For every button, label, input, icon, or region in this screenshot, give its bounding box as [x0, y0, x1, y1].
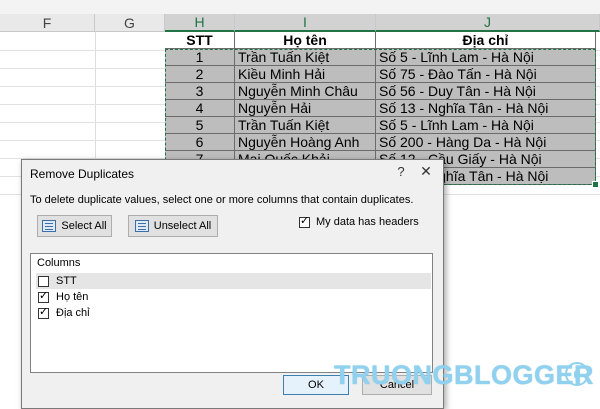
unselect-all-label: Unselect All	[153, 220, 212, 232]
checkbox-checked-icon[interactable]	[38, 306, 49, 319]
column-header-i[interactable]: I	[235, 14, 376, 32]
column-header-j[interactable]: J	[376, 14, 600, 32]
table-cell[interactable]: Kiều Minh Hải	[235, 66, 376, 83]
formula-strip	[0, 0, 600, 14]
my-data-has-headers-option[interactable]: My data has headers	[299, 215, 419, 228]
column-item-ho-ten[interactable]: Họ tên	[36, 289, 431, 305]
fill-handle[interactable]	[592, 181, 599, 188]
table-cell[interactable]: 4	[165, 100, 235, 117]
columns-label: Columns	[37, 257, 81, 269]
unselect-all-button[interactable]: Unselect All	[128, 215, 218, 237]
ok-label: OK	[308, 379, 324, 391]
table-cell[interactable]: 6	[165, 134, 235, 151]
header-cell-ho-ten[interactable]: Họ tên	[235, 32, 376, 49]
help-icon[interactable]: ?	[393, 164, 409, 179]
dialog-title: Remove Duplicates	[30, 167, 135, 181]
checkbox-checked-icon[interactable]	[38, 290, 49, 303]
column-item-dia-chi[interactable]: Địa chỉ	[36, 305, 431, 321]
column-header-g[interactable]: G	[95, 14, 165, 32]
table-cell[interactable]: Số 13 - Nghĩa Tân - Hà Nội	[376, 100, 596, 117]
header-cell-stt[interactable]: STT	[165, 32, 235, 49]
table-cell[interactable]: Nguyễn Hoàng Anh	[235, 134, 376, 151]
column-item-label: STT	[56, 275, 77, 287]
select-all-label: Select All	[61, 220, 107, 232]
select-all-icon	[42, 220, 57, 232]
column-letter: H	[194, 14, 205, 30]
table-cell[interactable]: Trần Tuấn Kiệt	[235, 117, 376, 134]
table-cell[interactable]: Nguyễn Minh Châu	[235, 83, 376, 100]
table-cell[interactable]: 3	[165, 83, 235, 100]
header-cell-dia-chi[interactable]: Địa chỉ	[376, 32, 596, 49]
my-data-has-headers-label: My data has headers	[316, 216, 419, 228]
table-cell[interactable]: 2	[165, 66, 235, 83]
column-letter: J	[484, 14, 491, 30]
select-all-button[interactable]: Select All	[37, 215, 112, 237]
unselect-all-icon	[134, 220, 149, 232]
checkbox-unchecked-icon[interactable]	[38, 275, 49, 287]
dialog-description: To delete duplicate values, select one o…	[30, 194, 414, 206]
lightbulb-icon	[565, 362, 589, 386]
column-letter: G	[124, 14, 135, 31]
close-icon[interactable]: ✕	[417, 163, 435, 180]
table-cell[interactable]: 5	[165, 117, 235, 134]
table-cell[interactable]: Nguyễn Hải	[235, 100, 376, 117]
table-cell[interactable]: Số 200 - Hàng Da - Hà Nội	[376, 134, 596, 151]
table-cell[interactable]: Số 56 - Duy Tân - Hà Nội	[376, 83, 596, 100]
column-letter: F	[42, 14, 52, 31]
checkbox-checked-icon[interactable]	[299, 215, 310, 228]
table-cell[interactable]: Trần Tuấn Kiệt	[235, 49, 376, 66]
columns-list[interactable]: Columns STT Họ tên Địa chỉ	[30, 253, 433, 373]
column-item-label: Địa chỉ	[56, 307, 90, 319]
table-cell[interactable]: Số 5 - Lĩnh Lam - Hà Nội	[376, 49, 596, 66]
watermark-text: TRUONGBLOGGER	[334, 360, 594, 390]
column-header-h[interactable]: H	[165, 14, 235, 32]
column-letter: I	[303, 14, 307, 30]
column-header-f[interactable]: F	[0, 14, 95, 32]
table-cell[interactable]: 1	[165, 49, 235, 66]
table-cell[interactable]: Số 5 - Lĩnh Lam - Hà Nội	[376, 117, 596, 134]
column-item-stt[interactable]: STT	[36, 273, 431, 289]
table-cell[interactable]: Số 75 - Đào Tấn - Hà Nội	[376, 66, 596, 83]
column-item-label: Họ tên	[56, 291, 89, 303]
